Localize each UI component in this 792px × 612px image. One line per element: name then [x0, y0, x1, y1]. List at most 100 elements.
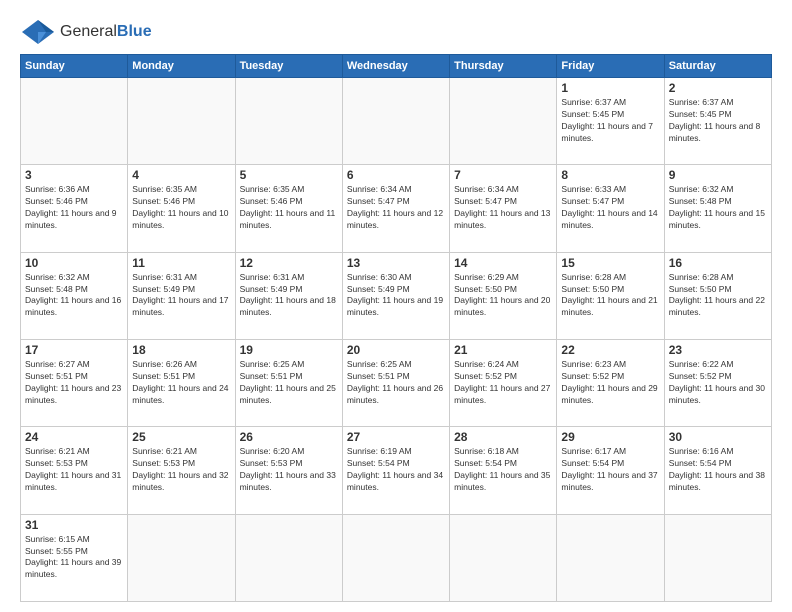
week-row-4: 17 Sunrise: 6:27 AMSunset: 5:51 PMDayligh… — [21, 339, 772, 426]
day-info: Sunrise: 6:26 AMSunset: 5:51 PMDaylight:… — [132, 359, 230, 407]
day-number: 17 — [25, 343, 123, 357]
day-number: 29 — [561, 430, 659, 444]
calendar-cell — [450, 78, 557, 165]
day-info: Sunrise: 6:25 AMSunset: 5:51 PMDaylight:… — [240, 359, 338, 407]
weekday-tuesday: Tuesday — [235, 55, 342, 78]
day-info: Sunrise: 6:35 AMSunset: 5:46 PMDaylight:… — [240, 184, 338, 232]
calendar-cell: 20 Sunrise: 6:25 AMSunset: 5:51 PMDayligh… — [342, 339, 449, 426]
calendar-cell: 30Sunrise: 6:16 AMSunset: 5:54 PMDayligh… — [664, 427, 771, 514]
day-number: 27 — [347, 430, 445, 444]
day-number: 31 — [25, 518, 123, 532]
calendar-cell: 3 Sunrise: 6:36 AMSunset: 5:46 PMDaylight… — [21, 165, 128, 252]
day-number: 13 — [347, 256, 445, 270]
day-number: 10 — [25, 256, 123, 270]
day-info: Sunrise: 6:23 AMSunset: 5:52 PMDaylight:… — [561, 359, 659, 407]
day-info: Sunrise: 6:30 AMSunset: 5:49 PMDaylight:… — [347, 272, 445, 320]
weekday-friday: Friday — [557, 55, 664, 78]
weekday-monday: Monday — [128, 55, 235, 78]
day-info: Sunrise: 6:27 AMSunset: 5:51 PMDaylight:… — [25, 359, 123, 407]
day-number: 22 — [561, 343, 659, 357]
calendar-cell: 8 Sunrise: 6:33 AMSunset: 5:47 PMDaylight… — [557, 165, 664, 252]
week-row-6: 31 Sunrise: 6:15 AMSunset: 5:55 PMDayligh… — [21, 514, 772, 601]
calendar-cell: 14 Sunrise: 6:29 AMSunset: 5:50 PMDayligh… — [450, 252, 557, 339]
day-number: 24 — [25, 430, 123, 444]
day-number: 3 — [25, 168, 123, 182]
calendar-cell: 28Sunrise: 6:18 AMSunset: 5:54 PMDayligh… — [450, 427, 557, 514]
day-number: 14 — [454, 256, 552, 270]
day-info: Sunrise: 6:21 AMSunset: 5:53 PMDaylight:… — [132, 446, 230, 494]
calendar-cell: 5Sunrise: 6:35 AMSunset: 5:46 PMDaylight… — [235, 165, 342, 252]
day-number: 23 — [669, 343, 767, 357]
calendar-cell: 17 Sunrise: 6:27 AMSunset: 5:51 PMDayligh… — [21, 339, 128, 426]
weekday-thursday: Thursday — [450, 55, 557, 78]
day-number: 30 — [669, 430, 767, 444]
day-info: Sunrise: 6:31 AMSunset: 5:49 PMDaylight:… — [132, 272, 230, 320]
calendar-cell — [450, 514, 557, 601]
day-number: 9 — [669, 168, 767, 182]
calendar-cell: 15 Sunrise: 6:28 AMSunset: 5:50 PMDayligh… — [557, 252, 664, 339]
calendar-cell: 16Sunrise: 6:28 AMSunset: 5:50 PMDayligh… — [664, 252, 771, 339]
day-info: Sunrise: 6:28 AMSunset: 5:50 PMDaylight:… — [561, 272, 659, 320]
weekday-header-row: SundayMondayTuesdayWednesdayThursdayFrid… — [21, 55, 772, 78]
calendar-cell: 4Sunrise: 6:35 AMSunset: 5:46 PMDaylight… — [128, 165, 235, 252]
calendar-cell — [128, 78, 235, 165]
week-row-3: 10 Sunrise: 6:32 AMSunset: 5:48 PMDayligh… — [21, 252, 772, 339]
day-number: 16 — [669, 256, 767, 270]
calendar-cell — [235, 514, 342, 601]
calendar-cell — [21, 78, 128, 165]
day-number: 21 — [454, 343, 552, 357]
calendar-cell: 1Sunrise: 6:37 AMSunset: 5:45 PMDaylight… — [557, 78, 664, 165]
day-number: 15 — [561, 256, 659, 270]
calendar-cell: 26 Sunrise: 6:20 AMSunset: 5:53 PMDayligh… — [235, 427, 342, 514]
day-info: Sunrise: 6:25 AMSunset: 5:51 PMDaylight:… — [347, 359, 445, 407]
calendar-cell: 27 Sunrise: 6:19 AMSunset: 5:54 PMDayligh… — [342, 427, 449, 514]
day-number: 2 — [669, 81, 767, 95]
day-number: 8 — [561, 168, 659, 182]
day-number: 6 — [347, 168, 445, 182]
week-row-5: 24 Sunrise: 6:21 AMSunset: 5:53 PMDayligh… — [21, 427, 772, 514]
day-number: 11 — [132, 256, 230, 270]
day-info: Sunrise: 6:33 AMSunset: 5:47 PMDaylight:… — [561, 184, 659, 232]
calendar-cell: 25 Sunrise: 6:21 AMSunset: 5:53 PMDayligh… — [128, 427, 235, 514]
day-info: Sunrise: 6:32 AMSunset: 5:48 PMDaylight:… — [25, 272, 123, 320]
week-row-1: 1Sunrise: 6:37 AMSunset: 5:45 PMDaylight… — [21, 78, 772, 165]
calendar-cell: 31 Sunrise: 6:15 AMSunset: 5:55 PMDayligh… — [21, 514, 128, 601]
day-info: Sunrise: 6:19 AMSunset: 5:54 PMDaylight:… — [347, 446, 445, 494]
calendar-cell: 21 Sunrise: 6:24 AMSunset: 5:52 PMDayligh… — [450, 339, 557, 426]
day-number: 7 — [454, 168, 552, 182]
calendar-cell: 9Sunrise: 6:32 AMSunset: 5:48 PMDaylight… — [664, 165, 771, 252]
calendar-cell: 22 Sunrise: 6:23 AMSunset: 5:52 PMDayligh… — [557, 339, 664, 426]
calendar-cell — [128, 514, 235, 601]
day-number: 20 — [347, 343, 445, 357]
calendar-cell: 24 Sunrise: 6:21 AMSunset: 5:53 PMDayligh… — [21, 427, 128, 514]
day-info: Sunrise: 6:37 AMSunset: 5:45 PMDaylight:… — [669, 97, 767, 145]
day-number: 26 — [240, 430, 338, 444]
calendar-cell: 7Sunrise: 6:34 AMSunset: 5:47 PMDaylight… — [450, 165, 557, 252]
day-number: 12 — [240, 256, 338, 270]
calendar-cell: 29Sunrise: 6:17 AMSunset: 5:54 PMDayligh… — [557, 427, 664, 514]
week-row-2: 3 Sunrise: 6:36 AMSunset: 5:46 PMDaylight… — [21, 165, 772, 252]
calendar-cell — [557, 514, 664, 601]
day-number: 19 — [240, 343, 338, 357]
calendar: SundayMondayTuesdayWednesdayThursdayFrid… — [20, 54, 772, 602]
day-info: Sunrise: 6:36 AMSunset: 5:46 PMDaylight:… — [25, 184, 123, 232]
day-info: Sunrise: 6:24 AMSunset: 5:52 PMDaylight:… — [454, 359, 552, 407]
day-info: Sunrise: 6:18 AMSunset: 5:54 PMDaylight:… — [454, 446, 552, 494]
day-info: Sunrise: 6:34 AMSunset: 5:47 PMDaylight:… — [347, 184, 445, 232]
day-info: Sunrise: 6:21 AMSunset: 5:53 PMDaylight:… — [25, 446, 123, 494]
calendar-cell: 19 Sunrise: 6:25 AMSunset: 5:51 PMDayligh… — [235, 339, 342, 426]
calendar-cell: 6 Sunrise: 6:34 AMSunset: 5:47 PMDaylight… — [342, 165, 449, 252]
day-info: Sunrise: 6:29 AMSunset: 5:50 PMDaylight:… — [454, 272, 552, 320]
calendar-cell: 23 Sunrise: 6:22 AMSunset: 5:52 PMDayligh… — [664, 339, 771, 426]
day-info: Sunrise: 6:22 AMSunset: 5:52 PMDaylight:… — [669, 359, 767, 407]
day-info: Sunrise: 6:15 AMSunset: 5:55 PMDaylight:… — [25, 534, 123, 582]
weekday-saturday: Saturday — [664, 55, 771, 78]
day-info: Sunrise: 6:35 AMSunset: 5:46 PMDaylight:… — [132, 184, 230, 232]
weekday-wednesday: Wednesday — [342, 55, 449, 78]
day-info: Sunrise: 6:20 AMSunset: 5:53 PMDaylight:… — [240, 446, 338, 494]
page-header: GeneralBlue — [20, 18, 772, 46]
calendar-cell — [342, 78, 449, 165]
logo-text: GeneralBlue — [60, 23, 152, 41]
calendar-cell: 12Sunrise: 6:31 AMSunset: 5:49 PMDayligh… — [235, 252, 342, 339]
day-number: 25 — [132, 430, 230, 444]
